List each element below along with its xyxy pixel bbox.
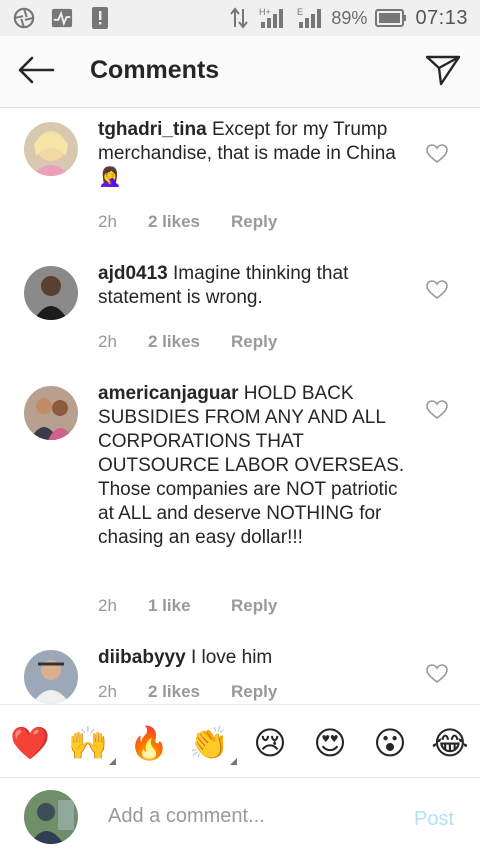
fire-emoji-button[interactable]: 🔥	[129, 723, 169, 763]
phone-alert-icon	[88, 6, 112, 30]
comment-likes[interactable]: 2 likes	[148, 332, 231, 352]
arrow-left-icon	[17, 56, 55, 89]
comment-meta: 2h 2 likes Reply	[98, 212, 277, 232]
comment-meta: 2h 1 like Reply	[98, 596, 277, 616]
battery-percent: 89%	[331, 7, 368, 28]
comment-meta: 2h 2 likes Reply	[98, 332, 277, 352]
comment-username[interactable]: americanjaguar	[98, 383, 238, 404]
like-heart-icon[interactable]	[426, 664, 448, 686]
tears-of-joy-emoji-button[interactable]: 😂	[430, 723, 470, 763]
like-heart-icon[interactable]	[426, 400, 448, 422]
skin-tone-indicator	[230, 758, 237, 765]
comment-time: 2h	[98, 596, 117, 615]
comments-list[interactable]: tghadri_tina Except for my Trump merchan…	[0, 108, 480, 704]
comment-likes[interactable]: 2 likes	[148, 212, 231, 232]
comment-likes[interactable]: 1 like	[148, 596, 231, 616]
paper-plane-icon	[425, 54, 461, 91]
signal-strength-2-icon: E	[297, 6, 323, 30]
comment-username[interactable]: tghadri_tina	[98, 119, 207, 140]
comment-username[interactable]: diibabyyy	[98, 647, 186, 668]
svg-text:H+: H+	[259, 7, 271, 17]
activity-icon	[50, 6, 74, 30]
comment-likes[interactable]: 2 likes	[148, 682, 231, 702]
red-heart-emoji-button[interactable]: ❤️	[10, 723, 50, 763]
like-heart-icon[interactable]	[426, 280, 448, 302]
signal-strength-icon: H+	[259, 6, 289, 30]
comment-time: 2h	[98, 682, 117, 701]
aperture-icon	[12, 6, 36, 30]
like-heart-icon[interactable]	[426, 144, 448, 166]
comment-input[interactable]	[108, 798, 398, 834]
svg-text:E: E	[297, 7, 303, 17]
emoji-reaction-bar: ❤️ 🙌 🔥 👏 😢 😍 😮 😂	[0, 704, 480, 778]
reply-button[interactable]: Reply	[231, 596, 277, 616]
reply-button[interactable]: Reply	[231, 682, 277, 702]
reply-button[interactable]: Reply	[231, 332, 277, 352]
status-bar: H+ E 89% 07:13	[0, 0, 480, 36]
post-button[interactable]: Post	[414, 808, 454, 831]
avatar[interactable]	[24, 122, 78, 176]
crying-face-emoji-button[interactable]: 😢	[250, 723, 290, 763]
comment-time: 2h	[98, 212, 117, 231]
battery-icon	[375, 6, 407, 30]
comment-username[interactable]: ajd0413	[98, 263, 168, 284]
avatar[interactable]	[24, 650, 78, 704]
back-button[interactable]	[16, 56, 56, 88]
comment-text: I love him	[190, 647, 273, 668]
comment-time: 2h	[98, 332, 117, 351]
share-button[interactable]	[424, 54, 462, 90]
reply-button[interactable]: Reply	[231, 212, 277, 232]
comment-text: HOLD BACK SUBSIDIES FROM ANY AND ALL COR…	[98, 383, 405, 548]
page-title: Comments	[90, 56, 220, 84]
comment-meta: 2h 2 likes Reply	[98, 682, 277, 702]
my-avatar	[24, 790, 78, 844]
comment-input-bar: Post	[0, 778, 480, 854]
clock: 07:13	[415, 6, 468, 29]
heart-eyes-emoji-button[interactable]: 😍	[310, 723, 350, 763]
clapping-hands-emoji-button[interactable]: 👏	[189, 723, 237, 765]
surprised-face-emoji-button[interactable]: 😮	[370, 723, 410, 763]
avatar[interactable]	[24, 266, 78, 320]
data-transfer-icon	[227, 6, 251, 30]
skin-tone-indicator	[109, 758, 116, 765]
avatar[interactable]	[24, 386, 78, 440]
raising-hands-emoji-button[interactable]: 🙌	[68, 723, 116, 765]
comments-header: Comments	[0, 36, 480, 108]
